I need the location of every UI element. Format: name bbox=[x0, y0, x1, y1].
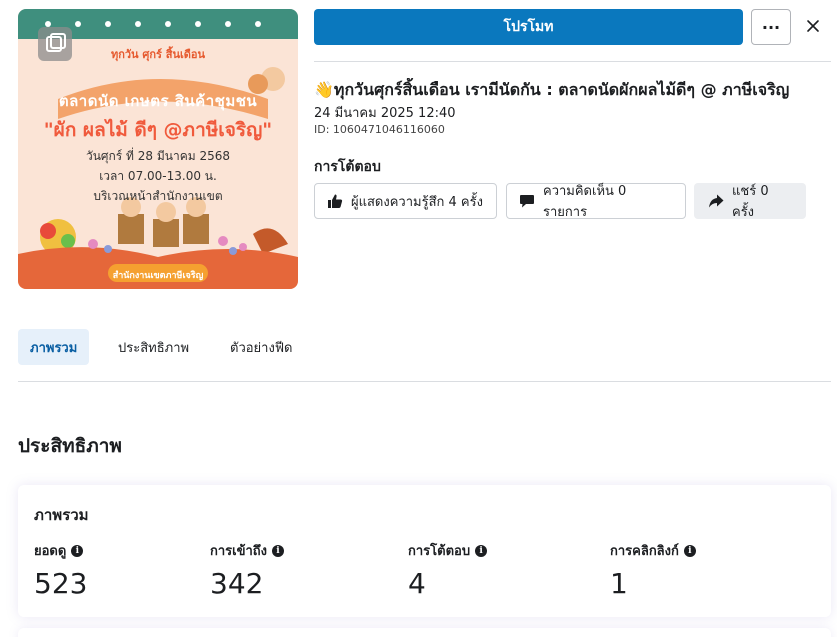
close-button[interactable] bbox=[799, 12, 827, 40]
metric-views: ยอดดู i 523 bbox=[34, 540, 87, 600]
info-icon[interactable]: i bbox=[272, 544, 285, 557]
comments-button[interactable]: ความคิดเห็น 0 รายการ bbox=[506, 183, 686, 220]
post-title: 👋ทุกวันศุกร์สิ้นเดือน เรามีนัดกัน : ตลาด… bbox=[314, 80, 790, 99]
engagement-heading: การโต้ตอบ bbox=[314, 159, 381, 175]
tab-overview[interactable]: ภาพรวม bbox=[18, 329, 90, 365]
metric-label: การเข้าถึง bbox=[210, 544, 268, 559]
divider bbox=[314, 61, 831, 62]
metric-engagement: การโต้ตอบ i 4 bbox=[408, 540, 488, 600]
thumbnail-time: เวลา 07.00-13.00 น. bbox=[99, 169, 217, 183]
thumbs-up-icon bbox=[328, 194, 343, 208]
thumbnail-headline: "ผัก ผลไม้ ดีๆ @ภาษีเจริญ" bbox=[43, 119, 273, 141]
metric-value: 1 bbox=[610, 567, 628, 600]
thumbnail-date: วันศุกร์ ที่ 28 มีนาคม 2568 bbox=[85, 149, 231, 163]
metric-label: ยอดดู bbox=[34, 544, 67, 559]
thumbnail-office: สำนักงานเขตภาษีเจริญ bbox=[112, 271, 204, 281]
comments-label: ความคิดเห็น 0 รายการ bbox=[543, 184, 627, 220]
thumbnail-place: บริเวณหน้าสำนักงานเขต bbox=[93, 189, 223, 203]
likes-button[interactable]: ผู้แสดงความรู้สึก 4 ครั้ง bbox=[314, 183, 497, 219]
info-icon[interactable]: i bbox=[475, 544, 488, 557]
likes-label: ผู้แสดงความรู้สึก 4 ครั้ง bbox=[351, 194, 483, 210]
performance-heading: ประสิทธิภาพ bbox=[18, 435, 122, 457]
tab-performance[interactable]: ประสิทธิภาพ bbox=[106, 329, 201, 365]
comment-icon bbox=[520, 195, 534, 208]
metric-label: การคลิกลิงก์ bbox=[610, 544, 679, 559]
share-arrow-icon bbox=[709, 194, 724, 208]
metric-label: การโต้ตอบ bbox=[408, 544, 471, 559]
metric-link-clicks: การคลิกลิงก์ i 1 bbox=[610, 540, 696, 600]
post-date: 24 มีนาคม 2025 12:40 bbox=[314, 106, 456, 121]
close-icon bbox=[807, 20, 819, 32]
shares-label: แชร์ 0 ครั้ง bbox=[732, 184, 769, 220]
next-card bbox=[18, 628, 831, 637]
more-icon: ··· bbox=[761, 17, 781, 37]
post-id: ID: 1060471046116060 bbox=[314, 123, 445, 136]
tab-feed-preview[interactable]: ตัวอย่างฟีด bbox=[218, 329, 304, 365]
more-options-button[interactable]: ··· bbox=[751, 9, 791, 45]
tabs-divider bbox=[18, 381, 831, 382]
post-thumbnail[interactable]: ทุกวัน ศุกร์ สิ้นเดือน ตลาดนัด เกษตร สิน… bbox=[18, 9, 298, 289]
info-icon[interactable]: i bbox=[683, 544, 696, 557]
thumbnail-top-text: ทุกวัน ศุกร์ สิ้นเดือน bbox=[110, 48, 206, 61]
thumbnail-market-text: ตลาดนัด เกษตร สินค้าชุมชน bbox=[58, 92, 258, 110]
metric-reach: การเข้าถึง i 342 bbox=[210, 540, 285, 600]
overview-card: ภาพรวม ยอดดู i 523 การเข้าถึง i 342 การโ… bbox=[18, 485, 831, 617]
metric-value: 4 bbox=[408, 567, 426, 600]
metric-value: 523 bbox=[34, 567, 88, 600]
metric-value: 342 bbox=[210, 567, 264, 600]
info-icon[interactable]: i bbox=[71, 544, 84, 557]
overview-card-title: ภาพรวม bbox=[34, 506, 89, 524]
promote-button[interactable]: โปรโมท bbox=[314, 9, 743, 45]
shares-button[interactable]: แชร์ 0 ครั้ง bbox=[694, 183, 806, 220]
